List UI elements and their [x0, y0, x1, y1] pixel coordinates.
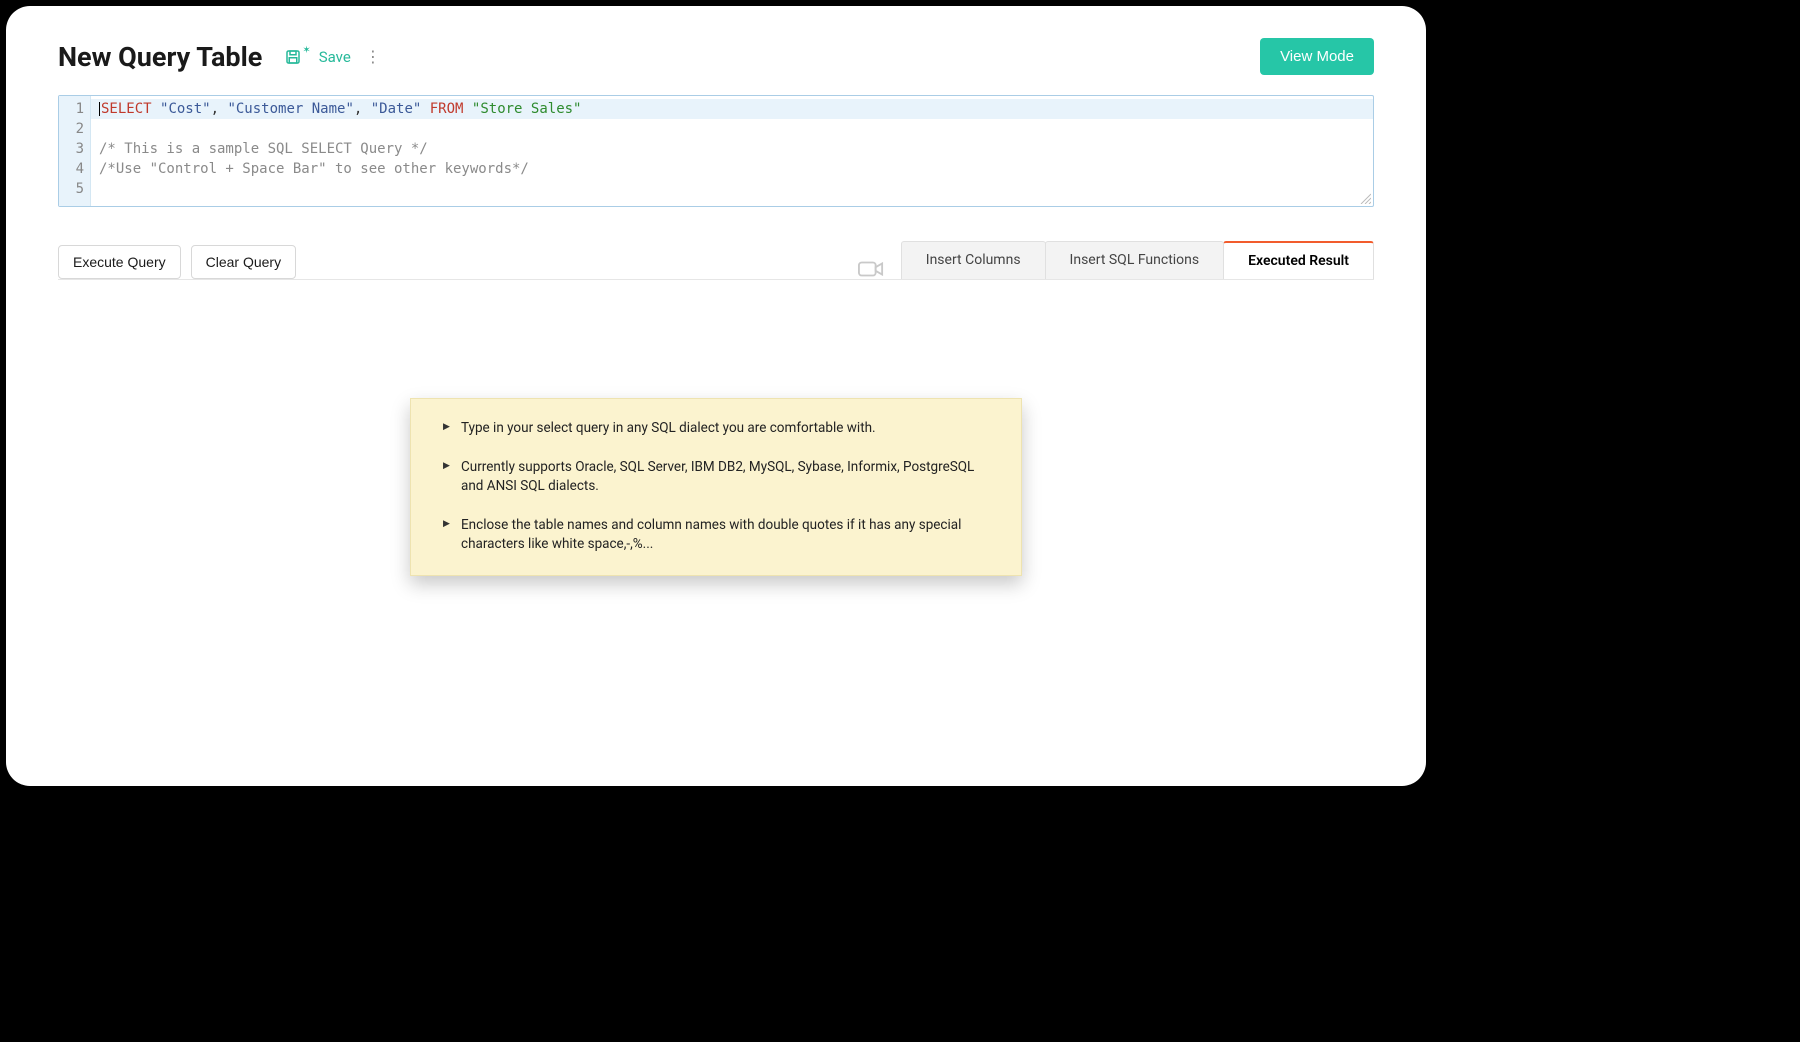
line-number: 5 — [59, 179, 84, 199]
code-line: /* This is a sample SQL SELECT Query */ — [99, 139, 1365, 159]
execute-query-button[interactable]: Execute Query — [58, 245, 181, 279]
resize-handle[interactable] — [1359, 192, 1371, 204]
code-line: /*Use "Control + Space Bar" to see other… — [99, 159, 1365, 179]
code-line: SELECT "Cost", "Customer Name", "Date" F… — [91, 99, 1373, 119]
line-number: 4 — [59, 159, 84, 179]
result-tabs: Insert Columns Insert SQL Functions Exec… — [902, 241, 1374, 279]
more-menu-icon[interactable]: ⋮ — [365, 47, 381, 66]
code-line — [99, 179, 1365, 199]
toolbar: Execute Query Clear Query Insert Columns… — [58, 241, 1374, 279]
tab-executed-result[interactable]: Executed Result — [1223, 241, 1374, 279]
line-number: 3 — [59, 139, 84, 159]
save-button[interactable]: ✶ Save — [284, 48, 350, 66]
tab-insert-columns[interactable]: Insert Columns — [901, 241, 1046, 279]
save-label: Save — [319, 48, 351, 66]
view-mode-button[interactable]: View Mode — [1260, 38, 1374, 75]
line-number: 2 — [59, 119, 84, 139]
tips-box: Type in your select query in any SQL dia… — [410, 398, 1022, 576]
tip-item: Enclose the table names and column names… — [461, 516, 985, 554]
query-editor-window: New Query Table ✶ Save ⋮ View Mode 1 2 3… — [6, 6, 1426, 786]
camera-icon[interactable] — [858, 259, 884, 279]
tip-item: Currently supports Oracle, SQL Server, I… — [461, 458, 985, 496]
result-pane: Type in your select query in any SQL dia… — [58, 279, 1374, 764]
tip-item: Type in your select query in any SQL dia… — [461, 419, 985, 438]
sql-editor[interactable]: 1 2 3 4 5 SELECT "Cost", "Customer Name"… — [58, 95, 1374, 207]
line-number: 1 — [59, 99, 84, 119]
new-indicator-icon: ✶ — [302, 45, 310, 56]
clear-query-button[interactable]: Clear Query — [191, 245, 296, 279]
code-line — [99, 119, 1365, 139]
header: New Query Table ✶ Save ⋮ View Mode — [58, 38, 1374, 75]
tab-insert-sql-functions[interactable]: Insert SQL Functions — [1045, 241, 1225, 279]
line-number-gutter: 1 2 3 4 5 — [59, 96, 91, 206]
code-area[interactable]: SELECT "Cost", "Customer Name", "Date" F… — [91, 96, 1373, 206]
page-title: New Query Table — [58, 41, 262, 73]
save-icon — [284, 48, 302, 66]
